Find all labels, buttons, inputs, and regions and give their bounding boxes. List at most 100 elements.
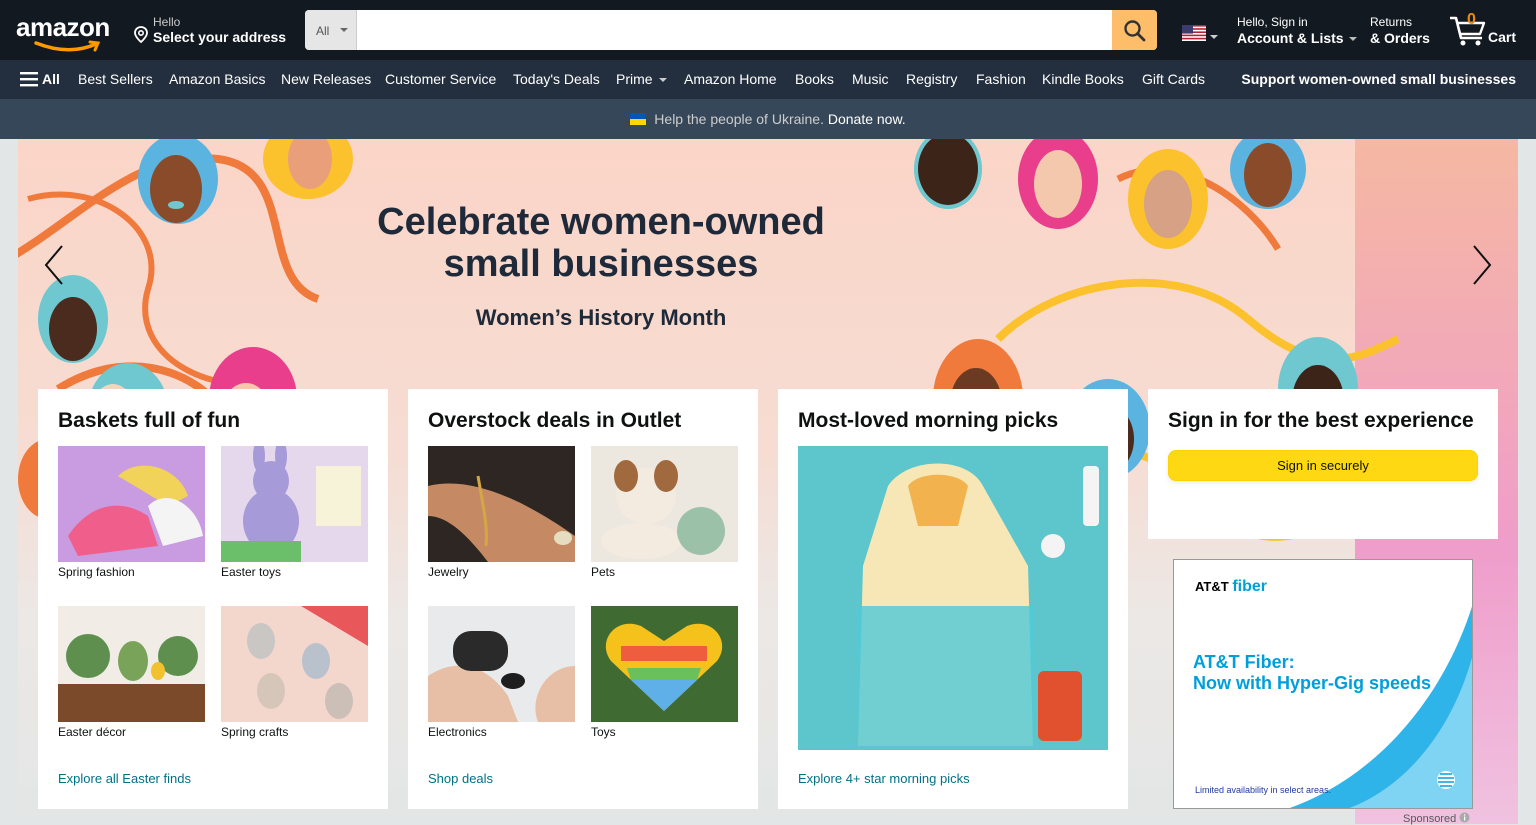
nav-promo-link[interactable]: Support women-owned small businesses (1241, 71, 1516, 87)
account-label-wrap: Account & Lists (1237, 30, 1357, 46)
tile-image (58, 606, 205, 722)
tile-caption: Toys (591, 725, 616, 739)
att-globe-icon (1437, 771, 1455, 789)
card-title: Baskets full of fun (58, 409, 241, 432)
hero-title-line2: small businesses (443, 243, 759, 285)
tile-electronics[interactable]: Electronics (428, 606, 575, 739)
signin-button[interactable]: Sign in securely (1168, 450, 1478, 481)
search-icon (1124, 20, 1146, 42)
logo-text: amazon (16, 12, 110, 42)
carousel-next-icon[interactable] (1470, 243, 1494, 287)
language-chevron-icon[interactable] (1210, 35, 1218, 39)
ukraine-banner: Help the people of Ukraine. Donate now. (0, 99, 1536, 139)
nav-item-customer-service[interactable]: Customer Service (385, 71, 496, 87)
tile-pets[interactable]: Pets (591, 446, 738, 579)
tile-caption: Electronics (428, 725, 487, 739)
search-bar: All (305, 10, 1157, 50)
tile-image (221, 606, 368, 722)
nav-item-amazon-basics[interactable]: Amazon Basics (169, 71, 265, 87)
nav-item-amazon-home[interactable]: Amazon Home (684, 71, 777, 87)
cart-label: Cart (1488, 29, 1517, 45)
card-link[interactable]: Shop deals (428, 771, 493, 786)
sponsored-text: Sponsored (1403, 813, 1457, 825)
hero-title[interactable]: Celebrate women-owned small businesses (318, 201, 884, 285)
nav-item-music[interactable]: Music (852, 71, 889, 87)
tile-caption: Spring fashion (58, 565, 135, 579)
hero-subtitle: Women’s History Month (475, 305, 727, 330)
account-greeting: Hello, Sign in (1237, 15, 1308, 29)
address-greeting: Hello (153, 15, 181, 29)
carousel-prev-icon[interactable] (42, 243, 66, 287)
nav-item-kindle-books[interactable]: Kindle Books (1042, 71, 1124, 87)
tile-image (591, 606, 738, 722)
chevron-down-icon (658, 78, 667, 82)
card-title: Overstock deals in Outlet (428, 409, 682, 432)
donate-link[interactable]: Donate now. (828, 111, 906, 127)
ad-headline: AT&T Fiber: Now with Hyper-Gig speeds (1193, 652, 1443, 694)
tile-spring-crafts[interactable]: Spring crafts (221, 606, 368, 739)
card-outlet: Overstock deals in Outlet Jewelry Pets E… (408, 389, 758, 809)
sponsored-ad[interactable]: AT&T fiber AT&T Fiber: Now with Hyper-Gi… (1173, 559, 1473, 809)
tile-caption: Easter toys (221, 565, 282, 579)
us-flag-icon[interactable] (1182, 25, 1206, 41)
nav-item-best-sellers[interactable]: Best Sellers (78, 71, 153, 87)
tile-easter-decor[interactable]: Easter décor (58, 606, 205, 739)
info-icon[interactable] (1459, 812, 1470, 823)
all-menu-label: All (42, 71, 60, 87)
cart-count: 0 (1467, 11, 1476, 28)
tile-jewelry[interactable]: Jewelry (428, 446, 575, 579)
nav-item-gift-cards[interactable]: Gift Cards (1142, 71, 1205, 87)
tile-spring-fashion[interactable]: Spring fashion (58, 446, 205, 579)
ad-headline-line1: AT&T Fiber: (1193, 652, 1295, 672)
chevron-down-icon (340, 28, 348, 32)
tile-toys[interactable]: Toys (591, 606, 738, 739)
ad-brand-suffix: fiber (1232, 578, 1267, 595)
hero-title-line1: Celebrate women-owned (377, 201, 825, 243)
card-title: Most-loved morning picks (798, 409, 1059, 432)
card-link[interactable]: Explore all Easter finds (58, 771, 191, 786)
tile-easter-toys[interactable]: Easter toys (221, 446, 368, 579)
tile-image (428, 446, 575, 562)
account-lists-menu[interactable]: Hello, Sign in Account & Lists (1237, 15, 1357, 46)
ad-headline-line2: Now with Hyper-Gig speeds (1193, 673, 1432, 693)
tile-image (58, 446, 205, 562)
ad-brand: AT&T fiber (1195, 578, 1267, 596)
morning-picks-image[interactable] (798, 446, 1108, 750)
address-label: Select your address (153, 29, 287, 45)
cart-button[interactable]: 0 Cart (1448, 10, 1522, 50)
tile-caption: Spring crafts (221, 725, 289, 739)
nav-item-new-releases[interactable]: New Releases (281, 71, 371, 87)
ad-fine-print: Limited availability in select areas. (1195, 785, 1332, 795)
nav-item-prime[interactable]: Prime (616, 71, 667, 87)
card-morning-picks: Most-loved morning picks Explore 4+ star… (778, 389, 1128, 809)
signin-title: Sign in for the best experience (1168, 409, 1474, 432)
signin-card: Sign in for the best experience Sign in … (1148, 389, 1498, 539)
returns-orders-link[interactable]: Returns & Orders (1370, 15, 1430, 46)
tile-image (221, 446, 368, 562)
search-button[interactable] (1112, 10, 1157, 50)
top-header: amazon Hello Select your address All Hel… (0, 0, 1536, 60)
nav-item-prime-label: Prime (616, 71, 653, 87)
tile-image (591, 446, 738, 562)
search-input[interactable] (357, 10, 1112, 50)
chevron-down-icon (1348, 37, 1357, 41)
returns-label: Returns (1370, 15, 1413, 29)
tile-caption: Pets (591, 565, 616, 579)
account-label: Account & Lists (1237, 30, 1344, 46)
search-category-dropdown[interactable]: All (305, 10, 357, 50)
all-menu-button[interactable]: All (20, 71, 60, 87)
hamburger-icon (20, 72, 38, 87)
nav-item-registry[interactable]: Registry (906, 71, 957, 87)
nav-item-books[interactable]: Books (795, 71, 834, 87)
amazon-logo[interactable]: amazon (16, 12, 116, 52)
nav-item-fashion[interactable]: Fashion (976, 71, 1026, 87)
orders-label: & Orders (1370, 30, 1430, 46)
card-easter: Baskets full of fun Spring fashion Easte… (38, 389, 388, 809)
sponsored-label: Sponsored (1403, 812, 1470, 825)
location-pin-icon (134, 26, 148, 43)
nav-bar: All Best Sellers Amazon Basics New Relea… (0, 60, 1536, 99)
nav-item-todays-deals[interactable]: Today's Deals (513, 71, 600, 87)
search-category-label: All (316, 24, 330, 38)
ad-brand-name: AT&T (1195, 579, 1229, 594)
card-link[interactable]: Explore 4+ star morning picks (798, 771, 970, 786)
